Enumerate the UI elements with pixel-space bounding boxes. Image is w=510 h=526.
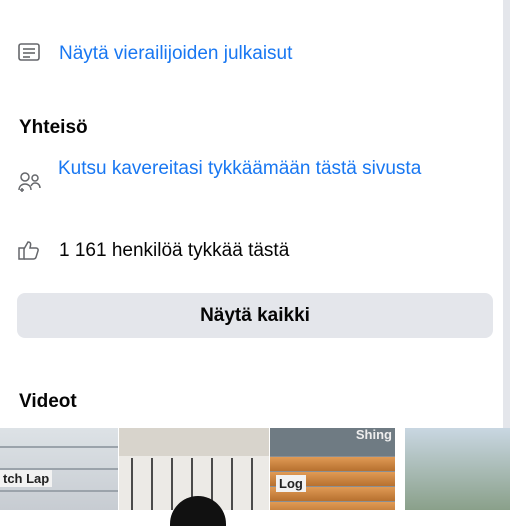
see-all-button[interactable]: Näytä kaikki bbox=[17, 293, 493, 338]
like-thumb-icon bbox=[16, 237, 42, 263]
invite-row[interactable]: Kutsu kavereitasi tykkäämään tästä sivus… bbox=[16, 155, 436, 195]
community-heading: Yhteisö bbox=[19, 117, 88, 138]
see-all-label: Näytä kaikki bbox=[200, 304, 310, 326]
invite-friends-icon bbox=[16, 169, 42, 195]
thumbnail-top-caption: Shing bbox=[355, 428, 392, 442]
video-thumbnail[interactable] bbox=[405, 428, 510, 510]
video-thumbnail[interactable]: tch Lap bbox=[0, 428, 118, 510]
likes-row: 1 161 henkilöä tykkää tästä bbox=[16, 237, 289, 264]
visitor-posts-row[interactable]: Näytä vierailijoiden julkaisut bbox=[16, 39, 292, 67]
videos-heading: Videot bbox=[19, 391, 77, 412]
video-thumbnail[interactable]: Shing Log bbox=[270, 428, 395, 510]
posts-icon bbox=[16, 39, 42, 65]
thumbnail-caption: Log bbox=[276, 475, 306, 492]
invite-friends-link[interactable]: Kutsu kavereitasi tykkäämään tästä sivus… bbox=[58, 155, 428, 182]
thumbnail-caption: tch Lap bbox=[0, 470, 53, 487]
likes-count-text: 1 161 henkilöä tykkää tästä bbox=[59, 240, 290, 261]
visitor-posts-link[interactable]: Näytä vierailijoiden julkaisut bbox=[59, 40, 292, 67]
